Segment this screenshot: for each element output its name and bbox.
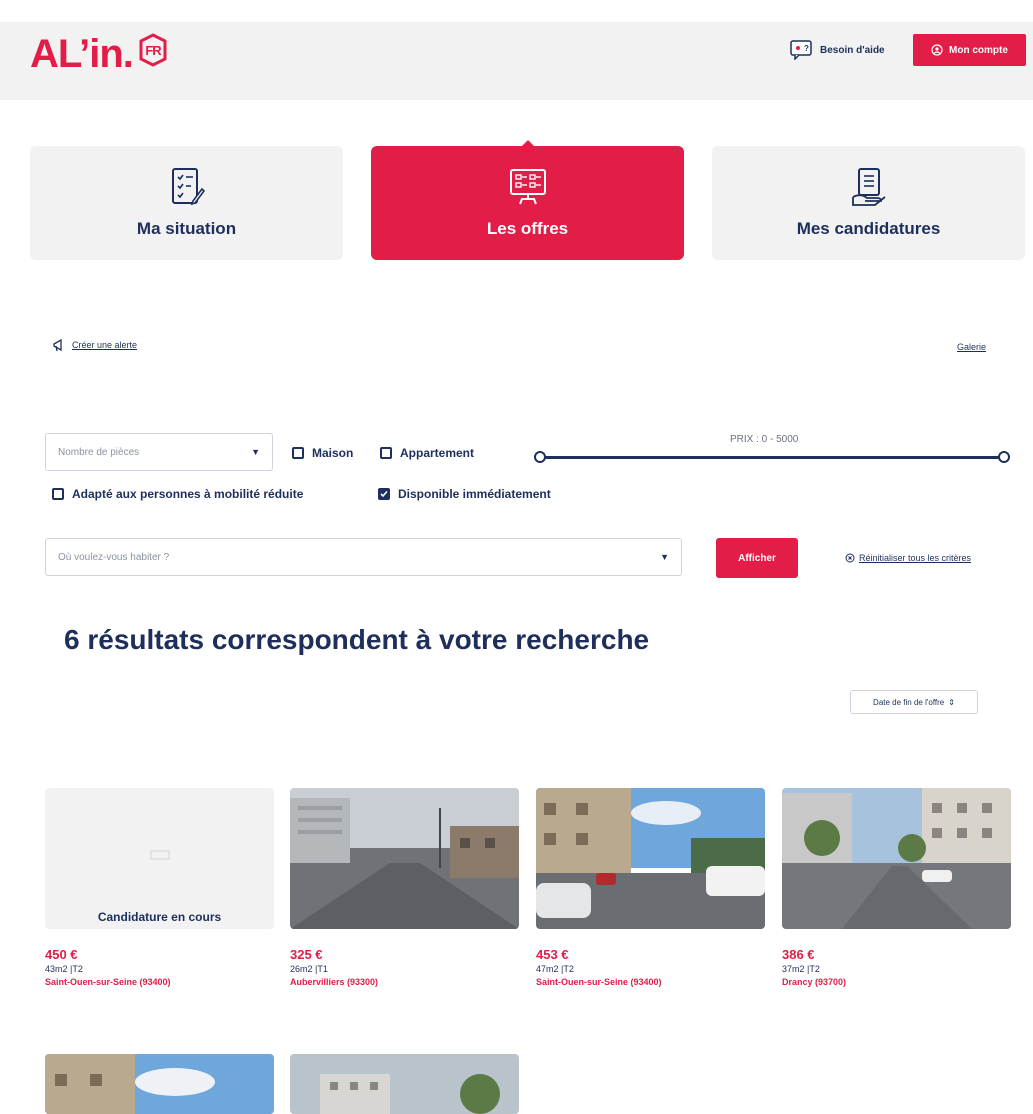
checkbox-box	[292, 447, 304, 459]
help-label: Besoin d'aide	[820, 44, 885, 56]
results-title: 6 résultats correspondent à votre recher…	[64, 624, 650, 655]
tab-label: Les offres	[486, 219, 569, 238]
checkbox-box	[380, 447, 392, 459]
listing-meta: 43m2 |T2	[45, 964, 83, 974]
location-placeholder: Où voulez-vous habiter ?	[58, 551, 170, 563]
create-alert-label: Créer une alerte	[72, 340, 138, 350]
listing-city: Drancy (93700)	[782, 977, 847, 987]
available-now-checkbox[interactable]: Disponible immédiatement	[378, 487, 551, 501]
create-alert-link[interactable]: Créer une alerte	[52, 338, 137, 352]
reduced-mobility-label: Adapté aux personnes à mobilité réduite	[72, 487, 304, 501]
rooms-select[interactable]: Nombre de pièces ▼	[45, 433, 273, 471]
top-header: AL’in. FR ? Besoin d'aide Mon compte	[0, 22, 1033, 100]
house-checkbox[interactable]: Maison	[292, 446, 353, 460]
listing-card-partial[interactable]	[45, 1054, 274, 1114]
image-placeholder-icon	[150, 850, 170, 860]
sort-label: Date de fin de l'offre	[873, 697, 945, 707]
available-now-label: Disponible immédiatement	[398, 487, 551, 501]
listing-city: Aubervilliers (93300)	[290, 977, 379, 987]
location-select[interactable]: Où voulez-vous habiter ? ▼	[45, 538, 682, 576]
listing-card[interactable]: 325 € 26m2 |T1 Aubervilliers (93300)	[290, 788, 519, 989]
document-hand-icon	[851, 168, 886, 206]
reset-label: Réinitialiser tous les critères	[859, 553, 972, 563]
sort-arrows-icon: ⇕	[948, 697, 955, 707]
apartment-checkbox[interactable]: Appartement	[380, 446, 474, 460]
reduced-mobility-checkbox[interactable]: Adapté aux personnes à mobilité réduite	[52, 487, 303, 501]
show-results-button[interactable]: Afficher	[716, 538, 798, 578]
listing-city: Saint-Ouen-sur-Seine (93400)	[536, 977, 662, 987]
sort-select[interactable]: Date de fin de l'offre ⇕	[850, 690, 978, 714]
help-chat-icon: ?	[790, 40, 812, 60]
house-label: Maison	[312, 446, 354, 460]
listing-card[interactable]: 453 € 47m2 |T2 Saint-Ouen-sur-Seine (934…	[536, 788, 765, 989]
caret-down-icon: ▼	[660, 552, 669, 562]
svg-text:?: ?	[804, 44, 809, 53]
tab-label: Mes candidatures	[796, 219, 941, 238]
gallery-link[interactable]: Galerie	[957, 342, 986, 352]
listing-meta: 26m2 |T1	[290, 964, 328, 974]
logo-badge-icon: FR	[135, 32, 171, 68]
reset-criteria-link[interactable]: Réinitialiser tous les critères	[845, 553, 971, 563]
listing-meta: 37m2 |T2	[782, 964, 820, 974]
megaphone-icon	[53, 338, 62, 352]
listing-photo	[45, 1054, 274, 1114]
listing-photo	[290, 1054, 519, 1114]
logo-badge-text: FR	[145, 43, 162, 58]
listing-card[interactable]: 386 € 37m2 |T2 Drancy (93700)	[782, 788, 1011, 989]
user-icon	[931, 44, 943, 56]
apartment-label: Appartement	[400, 446, 475, 460]
rooms-placeholder: Nombre de pièces	[58, 446, 140, 458]
logo-text: AL’in.	[30, 32, 134, 76]
application-status: Candidature en cours	[97, 910, 222, 924]
listing-placeholder-image: Candidature en cours	[45, 788, 274, 929]
price-slider-min-handle[interactable]	[534, 451, 546, 463]
listing-price: 325 €	[290, 947, 323, 962]
price-range-label: PRIX : 0 - 5000	[730, 434, 799, 445]
listing-photo	[782, 788, 1011, 929]
listing-price: 453 €	[536, 947, 569, 962]
checkmark-icon	[380, 490, 388, 498]
help-link[interactable]: ? Besoin d'aide	[790, 40, 885, 60]
listing-photo	[290, 788, 519, 929]
caret-down-icon: ▼	[251, 447, 260, 457]
tab-les-offres[interactable]: Les offres	[371, 146, 684, 260]
checkbox-box	[52, 488, 64, 500]
tab-label: Ma situation	[136, 219, 237, 238]
listing-city: Saint-Ouen-sur-Seine (93400)	[45, 977, 171, 987]
app-logo[interactable]: AL’in. FR	[30, 32, 171, 77]
listing-card[interactable]: Candidature en cours 450 € 43m2 |T2 Sain…	[45, 788, 274, 989]
tab-ma-situation[interactable]: Ma situation	[30, 146, 343, 260]
listing-photo	[536, 788, 765, 929]
listing-meta: 47m2 |T2	[536, 964, 574, 974]
checklist-pen-icon	[171, 168, 205, 206]
account-button[interactable]: Mon compte	[913, 34, 1026, 66]
price-slider-max-handle[interactable]	[998, 451, 1010, 463]
listing-board-icon	[509, 169, 546, 205]
account-label: Mon compte	[949, 44, 1008, 56]
listing-price: 386 €	[782, 947, 815, 962]
price-slider-track[interactable]	[540, 456, 1004, 459]
listing-price: 450 €	[45, 947, 78, 962]
tab-mes-candidatures[interactable]: Mes candidatures	[712, 146, 1025, 260]
listing-card-partial[interactable]	[290, 1054, 519, 1114]
checkbox-box-checked	[378, 488, 390, 500]
reset-icon	[845, 553, 855, 563]
